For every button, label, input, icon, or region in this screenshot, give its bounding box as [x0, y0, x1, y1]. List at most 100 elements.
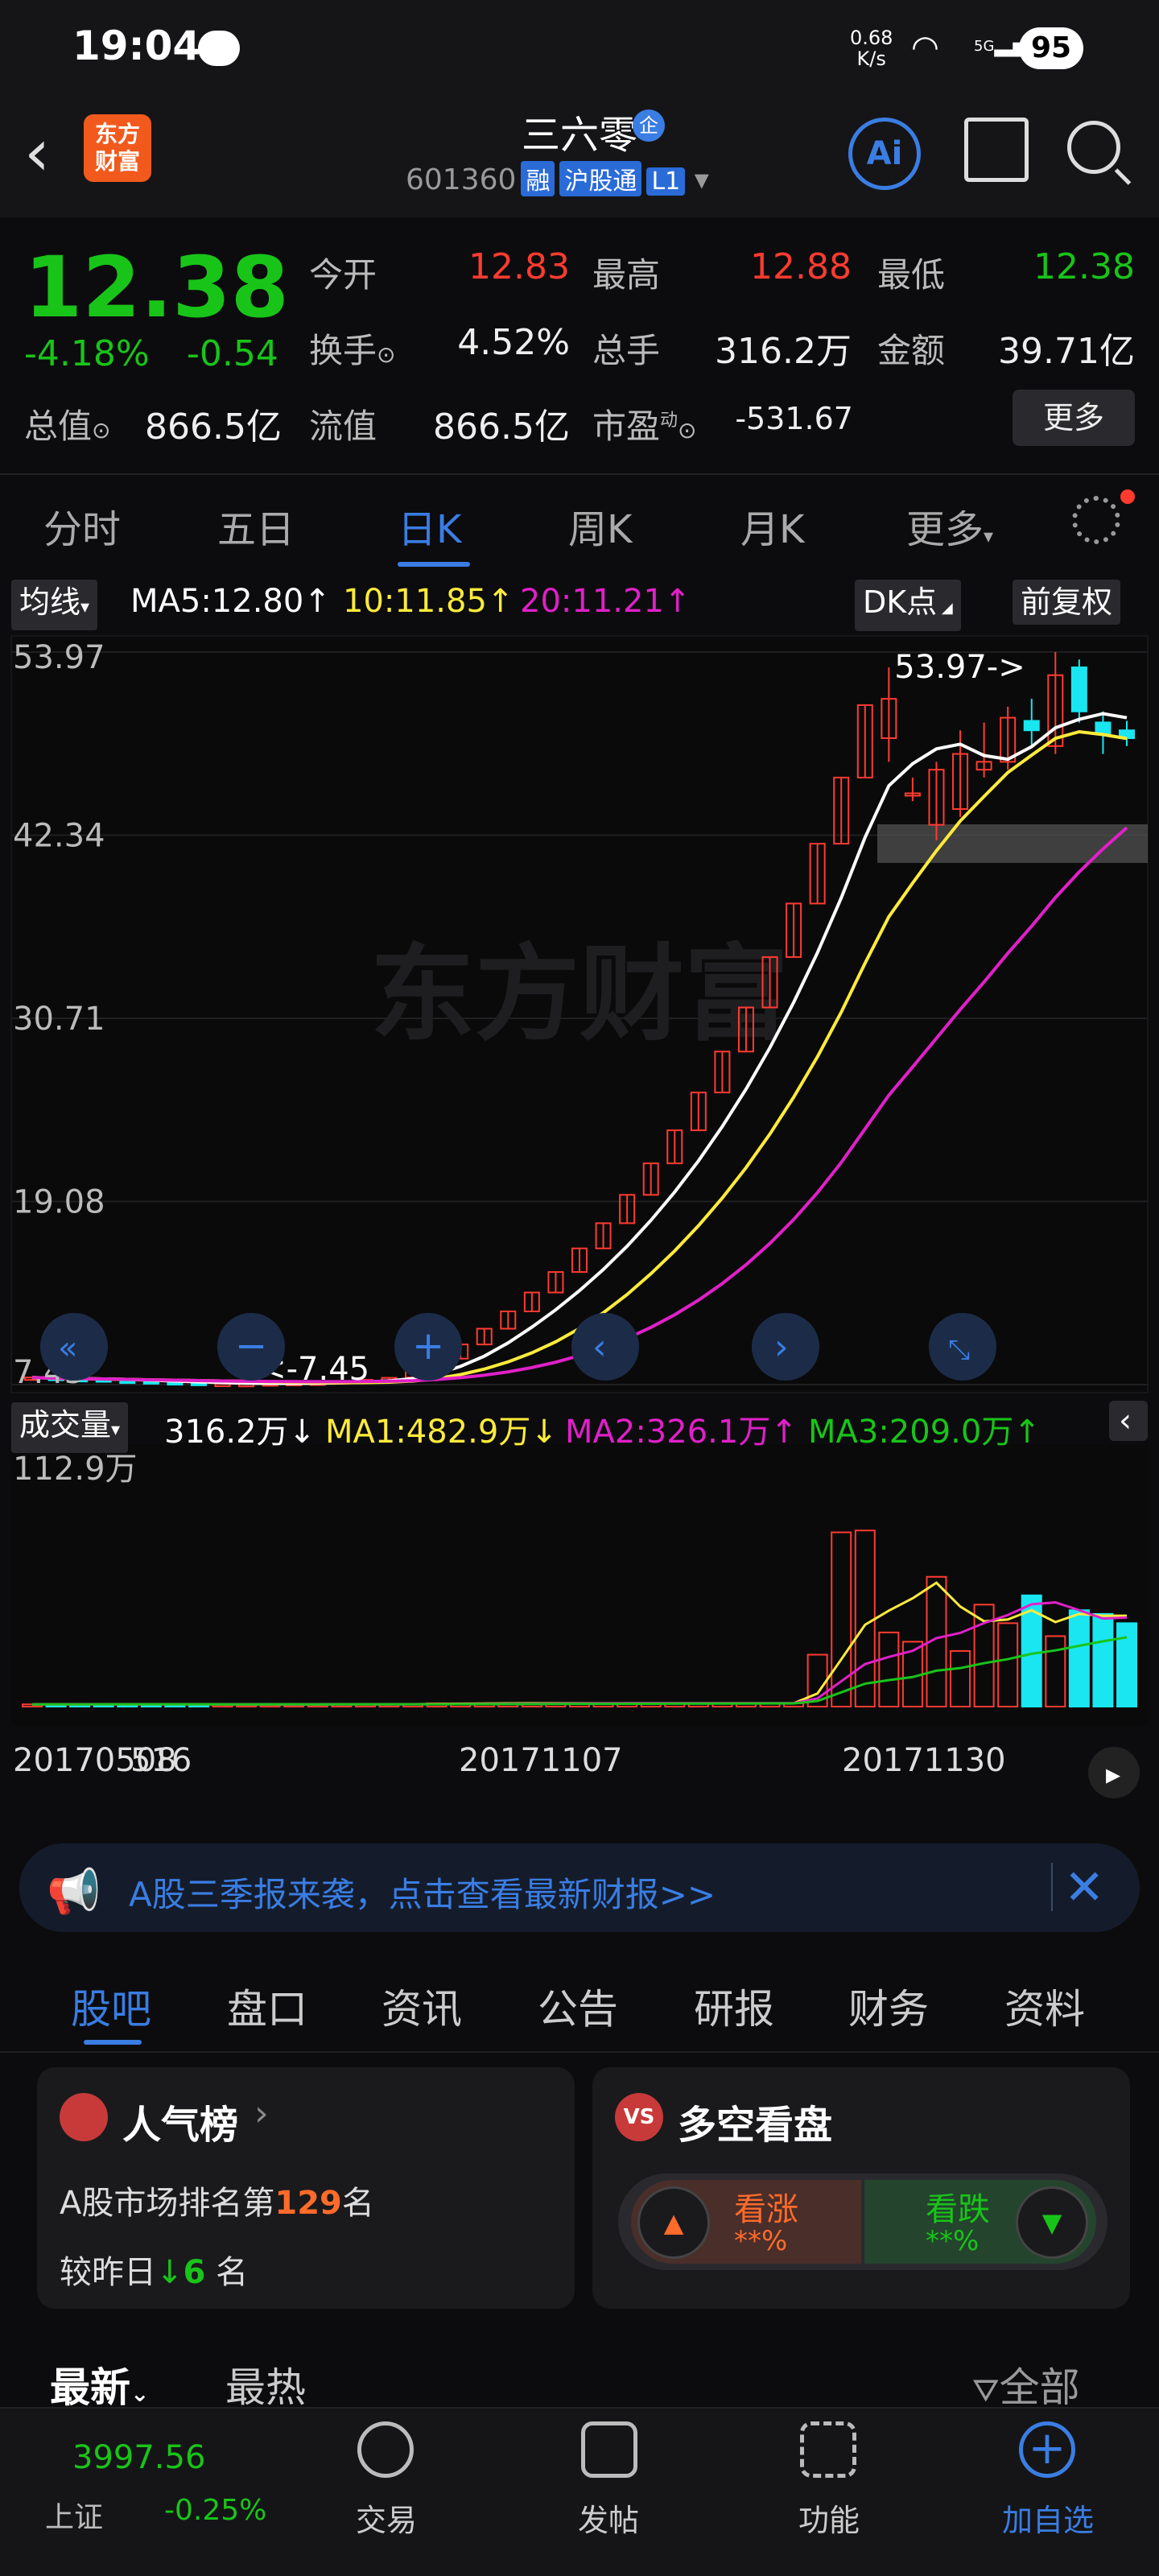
volume-bar [1116, 1622, 1137, 1707]
vol-ma3-readout: MA3:209.0万↑ [808, 1414, 1041, 1451]
low-label: 最低 [877, 255, 946, 295]
ai-button[interactable]: Ai [848, 118, 921, 190]
feed-tab-latest[interactable]: 最新⌄ [50, 2355, 149, 2413]
y-tick-label: 30.71 [13, 1001, 105, 1038]
tab-more[interactable]: 更多▾ [906, 497, 993, 554]
turnover-label: 换手⊙ [309, 331, 396, 370]
level-tag[interactable]: L1 [646, 167, 686, 196]
last-price: 12.38 [24, 238, 289, 336]
content-tab-underline [84, 2040, 142, 2045]
vol-ma1-readout: MA1:482.9万↓ [325, 1414, 558, 1451]
dk-point-button[interactable]: DK点 ◢ [855, 580, 961, 631]
turnover-value: 4.52% [457, 322, 570, 363]
change-percent: -4.18% [24, 333, 150, 374]
tab-daily-k[interactable]: 日K [398, 497, 461, 554]
functions-icon[interactable] [800, 2421, 856, 2478]
svg-text:+: + [412, 1323, 444, 1368]
float-cap-value: 866.5亿 [433, 407, 570, 448]
chevron-right-icon: › [254, 2093, 269, 2134]
network-speed: 0.68 K/s [850, 27, 893, 70]
market-cap-value: 866.5亿 [145, 407, 282, 448]
tab-announcements[interactable]: 公告 [538, 1977, 618, 2035]
banner-text[interactable]: A股三季报来袭，点击查看最新财报>> [129, 1868, 716, 1917]
search-icon[interactable] [1067, 121, 1120, 174]
connect-tag: 沪股通 [559, 161, 642, 196]
x-tick-label: 516 [130, 1742, 192, 1779]
low-value: 12.38 [1033, 246, 1135, 287]
chart-watermark: 东方财富 [370, 933, 789, 1055]
nav-functions[interactable]: 功能 [765, 2496, 893, 2540]
adjust-button[interactable]: 前复权 [1013, 580, 1121, 625]
volume-indicator-row: 成交量▾ 316.2万↓ MA1:482.9万↓ MA2:326.1万↑ MA3… [11, 1401, 1106, 1453]
volume-value: 316.2万 [715, 331, 852, 372]
svg-text:⤡: ⤡ [948, 1334, 970, 1366]
trade-icon[interactable] [357, 2421, 414, 2478]
x-tick-label: 20171107 [459, 1742, 623, 1779]
bottom-nav [0, 2407, 1159, 2576]
svg-text:‹: ‹ [1119, 1402, 1132, 1439]
nav-add-watchlist[interactable]: 加自选 [984, 2496, 1112, 2540]
add-watchlist-icon[interactable]: + [1019, 2421, 1075, 2478]
tab-underline [398, 562, 470, 567]
candle-body [1095, 721, 1112, 735]
open-label: 今开 [309, 255, 377, 295]
clock: 19:04 [72, 23, 201, 69]
tab-weekly-k[interactable]: 周K [568, 497, 632, 554]
max-price-label: 53.97-> [894, 649, 1025, 686]
tab-news[interactable]: 资讯 [382, 1977, 462, 2035]
feed-filter[interactable]: ⛛全部 [972, 2355, 1080, 2413]
filter-icon: ⛛ [972, 2372, 1000, 2409]
y-tick-label: 53.97 [13, 639, 105, 676]
volume-bar [1092, 1612, 1114, 1708]
share-icon[interactable] [964, 118, 1029, 182]
battery-level: 95 [1019, 27, 1083, 69]
index-change[interactable]: -0.25% [164, 2494, 266, 2527]
volume-label: 总手 [592, 331, 661, 370]
banner-close-icon[interactable]: ✕ [1064, 1860, 1104, 1916]
vs-icon: VS [615, 2093, 663, 2141]
tab-profile[interactable]: 资料 [1004, 1977, 1085, 2035]
svg-text:▸: ▸ [1106, 1758, 1120, 1791]
market-cap-label: 总值⊙ [24, 407, 111, 446]
arrow-up-icon: ▲ [637, 2186, 710, 2259]
tab-order-book[interactable]: 盘口 [227, 1977, 307, 2035]
more-quote-button[interactable]: 更多 [1013, 390, 1135, 446]
high-label: 最高 [592, 255, 661, 295]
k-line-chart[interactable]: 东方财富 53.97-> <-7.45 53.9742.3430.7119.08… [0, 628, 1159, 1819]
ma20-readout: 20:11.21↑ [520, 583, 691, 620]
ma-indicator-row: 均线▾ MA5:12.80↑ 10:11.85↑ 20:11.21↑ DK点 ◢… [0, 578, 1159, 631]
volume-selector[interactable]: 成交量▾ [11, 1402, 129, 1453]
index-name[interactable]: 上证 [45, 2494, 103, 2536]
ma10-readout: 10:11.85↑ [343, 583, 514, 620]
settings-gear-icon[interactable] [1072, 496, 1120, 544]
bull-bear-title: 多空看盘 [678, 2103, 833, 2148]
volume-bar [1068, 1609, 1090, 1708]
tab-research[interactable]: 研报 [694, 1977, 774, 2035]
tab-financials[interactable]: 财务 [848, 1977, 929, 2035]
high-value: 12.88 [750, 246, 852, 287]
nav-trade[interactable]: 交易 [322, 2496, 451, 2540]
change-amount: -0.54 [187, 333, 278, 374]
tab-forum[interactable]: 股吧 [71, 1977, 151, 2035]
open-value: 12.83 [468, 246, 570, 287]
megaphone-icon: 📢 [47, 1866, 101, 1917]
ma-selector[interactable]: 均线▾ [11, 580, 98, 630]
market-rank-text: A股市场排名第129名 [60, 2185, 374, 2222]
post-icon[interactable] [581, 2421, 637, 2478]
volume-max-label: 112.9万 [13, 1451, 138, 1488]
svg-text:−: − [235, 1323, 267, 1368]
nav-post[interactable]: 发帖 [544, 2496, 673, 2540]
wifi-icon: ◠ [911, 29, 939, 66]
svg-text:›: › [774, 1327, 789, 1368]
ranking-icon [60, 2093, 108, 2141]
pe-label: 市盈动⊙ [592, 407, 697, 446]
bull-percent: **% [734, 2225, 788, 2257]
svg-text:«: « [58, 1330, 77, 1367]
stock-code-row: 601360 融沪股通 L1 ▾ [406, 161, 709, 196]
index-value[interactable]: 3997.56 [72, 2439, 205, 2476]
tab-monthly-k[interactable]: 月K [740, 497, 804, 554]
tab-intraday[interactable]: 分时 [43, 497, 121, 554]
tab-five-day[interactable]: 五日 [217, 497, 295, 554]
feed-tab-hot[interactable]: 最热 [225, 2355, 306, 2413]
message-icon [198, 31, 240, 66]
